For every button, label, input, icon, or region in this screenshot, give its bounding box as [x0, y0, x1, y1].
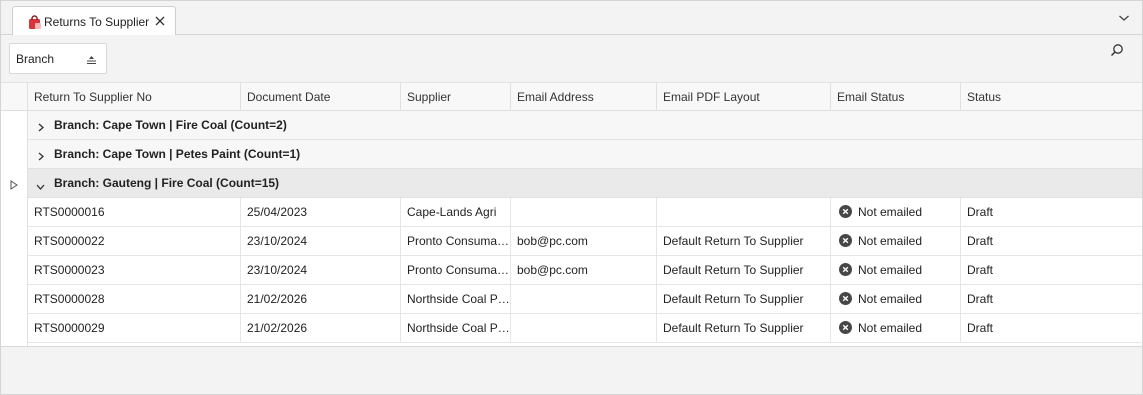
column-header-return-no[interactable]: Return To Supplier No [28, 83, 241, 111]
group-row[interactable]: Branch: Gauteng | Fire Coal (Count=15) [28, 169, 1142, 198]
cell-status[interactable]: Draft [961, 227, 1142, 255]
email-status-text: Not emailed [858, 321, 923, 335]
table-row[interactable]: RTS0000022 23/10/2024 Pronto Consumables… [28, 227, 1142, 256]
cell-status[interactable]: Draft [961, 198, 1142, 226]
cell-return-no[interactable]: RTS0000023 [28, 256, 241, 284]
cell-supplier[interactable]: Northside Coal Pro… [401, 314, 511, 342]
cell-document-date[interactable]: 23/10/2024 [241, 227, 401, 255]
cell-email-address[interactable]: bob@pc.com [511, 256, 657, 284]
tab-title: Returns To Supplier [44, 15, 150, 29]
cell-document-date[interactable]: 25/04/2023 [241, 198, 401, 226]
chevron-right-icon[interactable] [37, 121, 45, 132]
indicator-header [1, 83, 28, 111]
group-label: Branch: Cape Town | Petes Paint (Count=1… [54, 147, 301, 161]
cell-return-no[interactable]: RTS0000028 [28, 285, 241, 313]
cell-email-address[interactable]: bob@pc.com [511, 227, 657, 255]
cell-email-pdf-layout[interactable]: Default Return To Supplier [657, 314, 831, 342]
cell-status[interactable]: Draft [961, 285, 1142, 313]
chevron-down-icon[interactable] [1118, 12, 1130, 22]
cell-document-date[interactable]: 23/10/2024 [241, 256, 401, 284]
group-row[interactable]: Branch: Cape Town | Fire Coal (Count=2) [28, 111, 1142, 140]
x-circle-icon [839, 316, 852, 334]
cell-email-status[interactable]: Not emailed [831, 227, 961, 255]
tab-returns-to-supplier[interactable]: Returns To Supplier [12, 6, 176, 37]
x-circle-icon [839, 258, 852, 276]
cell-supplier[interactable]: Cape-Lands Agri [401, 198, 511, 226]
triangle-right-icon [10, 179, 18, 190]
table-row[interactable]: RTS0000023 23/10/2024 Pronto Consumables… [28, 256, 1142, 285]
cell-email-pdf-layout[interactable]: Default Return To Supplier [657, 227, 831, 255]
search-icon[interactable] [1110, 43, 1124, 57]
returns-grid: Return To Supplier No Document Date Supp… [0, 82, 1143, 346]
group-label: Branch: Cape Town | Fire Coal (Count=2) [54, 118, 287, 132]
cell-supplier[interactable]: Northside Coal Pro… [401, 285, 511, 313]
cell-status[interactable]: Draft [961, 314, 1142, 342]
grid-footer-panel [0, 346, 1143, 395]
row-indicator-column [1, 111, 28, 346]
cell-supplier[interactable]: Pronto Consumables [401, 256, 511, 284]
shopping-bag-icon [27, 14, 42, 30]
cell-return-no[interactable]: RTS0000016 [28, 198, 241, 226]
cell-supplier[interactable]: Pronto Consumables [401, 227, 511, 255]
cell-status[interactable]: Draft [961, 256, 1142, 284]
x-circle-icon [839, 229, 852, 247]
cell-email-address[interactable] [511, 285, 657, 313]
column-header-email-pdf-layout[interactable]: Email PDF Layout [657, 83, 831, 111]
table-row[interactable]: RTS0000016 25/04/2023 Cape-Lands Agri No… [28, 198, 1142, 227]
email-status-text: Not emailed [858, 292, 923, 306]
table-row[interactable]: RTS0000028 21/02/2026 Northside Coal Pro… [28, 285, 1142, 314]
group-by-branch-chip[interactable]: Branch [9, 43, 107, 74]
x-circle-icon [839, 200, 852, 218]
cell-email-pdf-layout[interactable] [657, 198, 831, 226]
chevron-right-icon[interactable] [37, 150, 45, 161]
cell-email-address[interactable] [511, 314, 657, 342]
x-circle-icon [839, 287, 852, 305]
cell-return-no[interactable]: RTS0000022 [28, 227, 241, 255]
email-status-text: Not emailed [858, 263, 923, 277]
close-icon[interactable] [154, 15, 166, 27]
column-header-email-address[interactable]: Email Address [511, 83, 657, 111]
group-chip-label: Branch [16, 51, 55, 66]
document-tabstrip: Returns To Supplier [0, 0, 1143, 37]
chevron-down-icon[interactable] [36, 180, 45, 190]
cell-email-address[interactable] [511, 198, 657, 226]
group-panel: Branch [0, 35, 1143, 82]
sort-icon[interactable] [86, 54, 97, 64]
cell-email-status[interactable]: Not emailed [831, 314, 961, 342]
cell-email-status[interactable]: Not emailed [831, 198, 961, 226]
grid-header: Return To Supplier No Document Date Supp… [1, 82, 1142, 111]
column-header-status[interactable]: Status [961, 83, 1142, 111]
cell-email-status[interactable]: Not emailed [831, 256, 961, 284]
cell-email-pdf-layout[interactable]: Default Return To Supplier [657, 256, 831, 284]
email-status-text: Not emailed [858, 205, 923, 219]
column-header-email-status[interactable]: Email Status [831, 83, 961, 111]
cell-email-pdf-layout[interactable]: Default Return To Supplier [657, 285, 831, 313]
group-row[interactable]: Branch: Cape Town | Petes Paint (Count=1… [28, 140, 1142, 169]
column-header-document-date[interactable]: Document Date [241, 83, 401, 111]
table-row[interactable]: RTS0000029 21/02/2026 Northside Coal Pro… [28, 314, 1142, 343]
email-status-text: Not emailed [858, 234, 923, 248]
cell-email-status[interactable]: Not emailed [831, 285, 961, 313]
cell-document-date[interactable]: 21/02/2026 [241, 285, 401, 313]
group-label: Branch: Gauteng | Fire Coal (Count=15) [54, 176, 280, 190]
column-header-supplier[interactable]: Supplier [401, 83, 511, 111]
cell-document-date[interactable]: 21/02/2026 [241, 314, 401, 342]
cell-return-no[interactable]: RTS0000029 [28, 314, 241, 342]
